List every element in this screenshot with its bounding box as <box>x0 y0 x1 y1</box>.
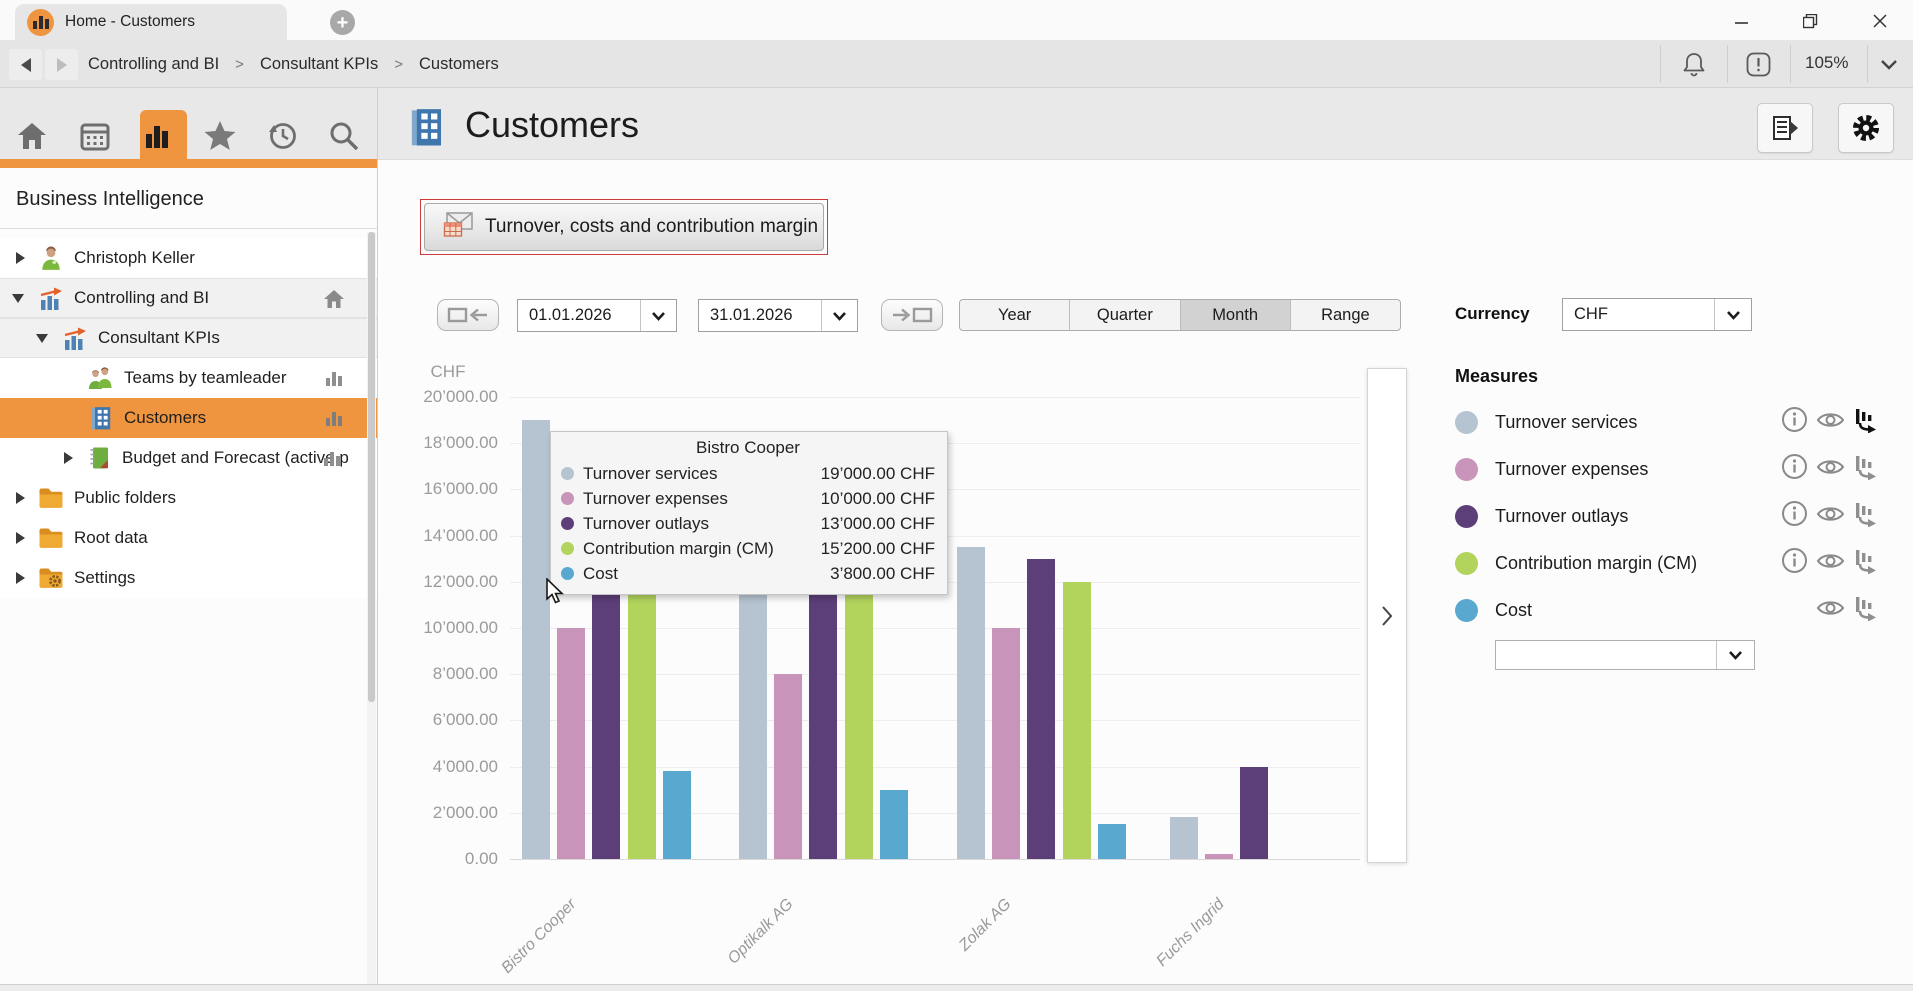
bar-turnover-services[interactable] <box>1170 817 1198 859</box>
mouse-cursor <box>545 578 569 611</box>
x-axis-category-label: Zolak AG <box>875 896 1015 991</box>
gridline <box>510 859 1360 860</box>
tooltip-row: Turnover expenses 10’000.00 CHF <box>561 486 935 511</box>
bar-turnover-outlays[interactable] <box>592 559 620 859</box>
gridline <box>510 397 1360 398</box>
tooltip-row: Turnover outlays 13’000.00 CHF <box>561 511 935 536</box>
bar-cost[interactable] <box>663 771 691 859</box>
bar-turnover-expenses[interactable] <box>557 628 585 859</box>
y-axis-tick-label: 12’000.00 <box>388 572 498 592</box>
bar-turnover-outlays[interactable] <box>1240 767 1268 859</box>
y-axis-tick-label: 0.00 <box>388 849 498 869</box>
series-color-dot <box>561 492 574 505</box>
bar-turnover-services[interactable] <box>522 420 550 859</box>
bar-turnover-services[interactable] <box>957 547 985 859</box>
bar-cost[interactable] <box>880 790 908 859</box>
x-axis-category-label: Optikalk AG <box>657 896 797 991</box>
bar-turnover-outlays[interactable] <box>1027 559 1055 859</box>
series-color-dot <box>561 517 574 530</box>
bar-contribution-margin-cm-[interactable] <box>1063 582 1091 859</box>
app-window: Home - Customers + Controlling and BI > … <box>0 0 1913 991</box>
y-axis-tick-label: 6’000.00 <box>388 710 498 730</box>
y-axis-tick-label: 8’000.00 <box>388 664 498 684</box>
bar-turnover-expenses[interactable] <box>1205 854 1233 859</box>
bar-turnover-outlays[interactable] <box>809 586 837 859</box>
y-axis-tick-label: 20’000.00 <box>388 387 498 407</box>
expand-panel-button[interactable] <box>1367 368 1407 863</box>
series-color-dot <box>561 542 574 555</box>
bar-turnover-services[interactable] <box>739 582 767 859</box>
y-axis-tick-label: 14’000.00 <box>388 526 498 546</box>
bar-contribution-margin-cm-[interactable] <box>845 577 873 859</box>
y-axis-tick-label: 10’000.00 <box>388 618 498 638</box>
bar-cost[interactable] <box>1098 824 1126 859</box>
tooltip-row: Turnover services 19’000.00 CHF <box>561 461 935 486</box>
x-axis-category-label: Bistro Cooper <box>440 896 580 991</box>
chart-tooltip: Bistro Cooper Turnover services 19’000.0… <box>550 431 948 595</box>
tooltip-row: Contribution margin (CM) 15’200.00 CHF <box>561 536 935 561</box>
x-axis-category-label: Fuchs Ingrid <box>1088 896 1228 991</box>
y-axis-tick-label: 2’000.00 <box>388 803 498 823</box>
y-axis-tick-label: 18’000.00 <box>388 433 498 453</box>
y-axis-tick-label: 4’000.00 <box>388 757 498 777</box>
tooltip-row: Cost 3’800.00 CHF <box>561 561 935 586</box>
bar-turnover-expenses[interactable] <box>774 674 802 859</box>
tooltip-title: Bistro Cooper <box>561 438 935 458</box>
chart-area: 20’000.00 18’000.00 16’000.00 14’000.00 12’0… <box>0 0 1913 991</box>
series-color-dot <box>561 467 574 480</box>
y-axis-tick-label: 16’000.00 <box>388 479 498 499</box>
bar-turnover-expenses[interactable] <box>992 628 1020 859</box>
